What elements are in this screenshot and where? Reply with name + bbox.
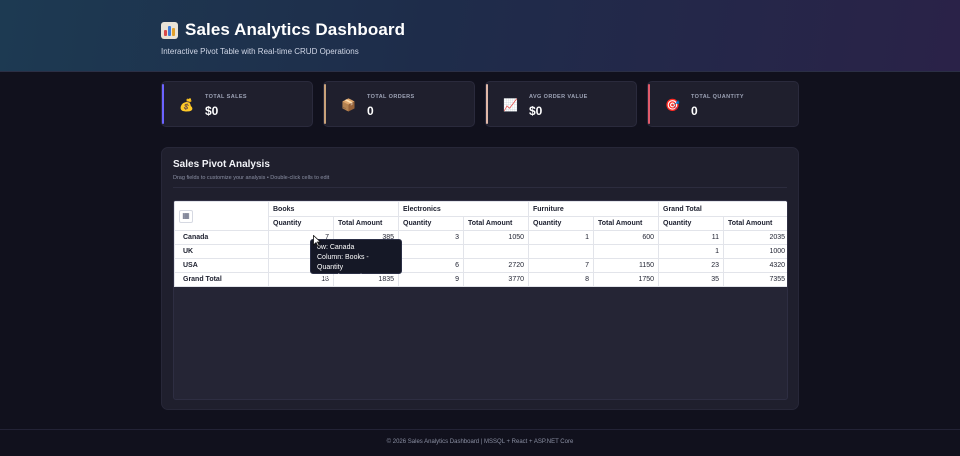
total-quantity-card: 🎯 TOTAL QUANTITY 0 xyxy=(647,81,799,127)
table-row: Canada 7 385 3 1050 1 600 11 2035 xyxy=(174,230,787,245)
total-sales-card: 💰 TOTAL SALES $0 xyxy=(161,81,313,127)
measure-header-quantity[interactable]: Quantity xyxy=(658,216,725,231)
column-header-electronics[interactable]: Electronics xyxy=(398,201,529,217)
pivot-cell[interactable]: 23 xyxy=(658,258,725,273)
column-header-furniture[interactable]: Furniture xyxy=(527,201,660,217)
pivot-cell[interactable] xyxy=(463,244,529,259)
cell-tooltip: ow: Canada Column: Books - Quantity Sum … xyxy=(310,239,402,281)
field-list-icon[interactable]: ▦ xyxy=(179,209,193,223)
pivot-cell[interactable] xyxy=(592,244,660,259)
card-accent xyxy=(324,84,326,124)
footer-divider xyxy=(0,429,960,430)
tooltip-column-line: Column: Books - Quantity xyxy=(317,254,369,271)
measure-header-quantity[interactable]: Quantity xyxy=(398,216,464,231)
pivot-cell[interactable]: 7355 xyxy=(723,272,787,287)
pivot-cell[interactable]: 1750 xyxy=(592,272,660,287)
table-row: UK 1 1000 xyxy=(174,244,787,259)
header-content: Sales Analytics Dashboard Interactive Pi… xyxy=(161,20,405,56)
grand-total-row: Grand Total 18 1835 9 3770 8 1750 35 735… xyxy=(174,272,787,287)
bar-chart-icon xyxy=(161,21,178,39)
row-header[interactable]: UK xyxy=(174,244,269,259)
row-header[interactable]: Canada xyxy=(174,230,269,245)
footer-text: © 2026 Sales Analytics Dashboard | MSSQL… xyxy=(386,439,574,445)
pivot-cell[interactable]: 8 xyxy=(528,272,594,287)
card-accent xyxy=(162,84,164,124)
pivot-cell[interactable]: 1150 xyxy=(592,258,660,273)
pivot-cell[interactable]: 9 xyxy=(398,272,464,287)
target-icon: 🎯 xyxy=(665,98,680,112)
pivot-cell[interactable]: 2720 xyxy=(463,258,529,273)
divider xyxy=(173,187,787,188)
page-subtitle: Interactive Pivot Table with Real-time C… xyxy=(161,47,359,56)
total-orders-card: 📦 TOTAL ORDERS 0 xyxy=(323,81,475,127)
pivot-cell[interactable]: 4320 xyxy=(723,258,787,273)
pivot-cell[interactable]: 3770 xyxy=(463,272,529,287)
pivot-cell[interactable]: 1050 xyxy=(463,230,529,245)
pivot-cell[interactable]: 2035 xyxy=(723,230,787,245)
app-header: Sales Analytics Dashboard Interactive Pi… xyxy=(0,0,960,72)
pivot-table[interactable]: ▦ Books Electronics Furniture Grand Tota… xyxy=(174,201,787,287)
measure-header-total-amount[interactable]: Total Amount xyxy=(723,216,787,231)
measure-header-quantity[interactable]: Quantity xyxy=(268,216,334,231)
row-header[interactable]: Grand Total xyxy=(174,272,269,287)
field-list-cell: ▦ xyxy=(174,201,269,231)
pivot-cell[interactable]: 1 xyxy=(528,230,594,245)
avg-order-value-card: 📈 AVG ORDER VALUE $0 xyxy=(485,81,637,127)
pivot-cell[interactable] xyxy=(528,244,594,259)
pivot-cell[interactable]: 1000 xyxy=(723,244,787,259)
pivot-cell[interactable] xyxy=(398,244,464,259)
pivot-cell[interactable]: 35 xyxy=(658,272,725,287)
card-value: $0 xyxy=(529,104,543,118)
card-value: 0 xyxy=(691,104,698,118)
card-accent xyxy=(648,84,650,124)
card-label: TOTAL QUANTITY xyxy=(691,94,744,100)
table-row: USA 6 2720 7 1150 23 4320 xyxy=(174,258,787,273)
pivot-cell[interactable]: 1 xyxy=(658,244,725,259)
package-icon: 📦 xyxy=(341,98,356,112)
pivot-cell[interactable]: 7 xyxy=(528,258,594,273)
measure-header-total-amount[interactable]: Total Amount xyxy=(592,216,660,231)
card-label: TOTAL SALES xyxy=(205,94,247,100)
page-title: Sales Analytics Dashboard xyxy=(185,20,406,39)
chart-up-icon: 📈 xyxy=(503,98,518,112)
pivot-cell[interactable]: 3 xyxy=(398,230,464,245)
panel-title: Sales Pivot Analysis xyxy=(173,159,270,170)
measure-header-total-amount[interactable]: Total Amount xyxy=(463,216,529,231)
row-header[interactable]: USA xyxy=(174,258,269,273)
pivot-cell[interactable]: 600 xyxy=(592,230,660,245)
pivot-table-container[interactable]: ▦ Books Electronics Furniture Grand Tota… xyxy=(173,200,788,400)
measure-header-total-amount[interactable]: Total Amount xyxy=(333,216,399,231)
tooltip-row-line: ow: Canada xyxy=(317,244,355,251)
pivot-panel: Sales Pivot Analysis Drag fields to cust… xyxy=(161,147,799,410)
mouse-pointer-icon xyxy=(313,235,321,247)
card-label: AVG ORDER VALUE xyxy=(529,94,588,100)
panel-subtitle: Drag fields to customize your analysis •… xyxy=(173,175,330,181)
pivot-cell[interactable]: 11 xyxy=(658,230,725,245)
stats-cards: 💰 TOTAL SALES $0 📦 TOTAL ORDERS 0 📈 AVG … xyxy=(161,81,799,127)
title-row: Sales Analytics Dashboard xyxy=(161,20,405,40)
money-bag-icon: 💰 xyxy=(179,98,194,112)
measure-header-quantity[interactable]: Quantity xyxy=(528,216,594,231)
column-header-grand-total[interactable]: Grand Total xyxy=(658,201,787,217)
card-value: $0 xyxy=(205,104,219,118)
card-value: 0 xyxy=(367,104,374,118)
tooltip-value-line: Sum of Quantity: 7 xyxy=(317,274,375,281)
column-header-books[interactable]: Books xyxy=(268,201,399,217)
card-label: TOTAL ORDERS xyxy=(367,94,415,100)
pivot-cell[interactable]: 6 xyxy=(398,258,464,273)
card-accent xyxy=(486,84,488,124)
